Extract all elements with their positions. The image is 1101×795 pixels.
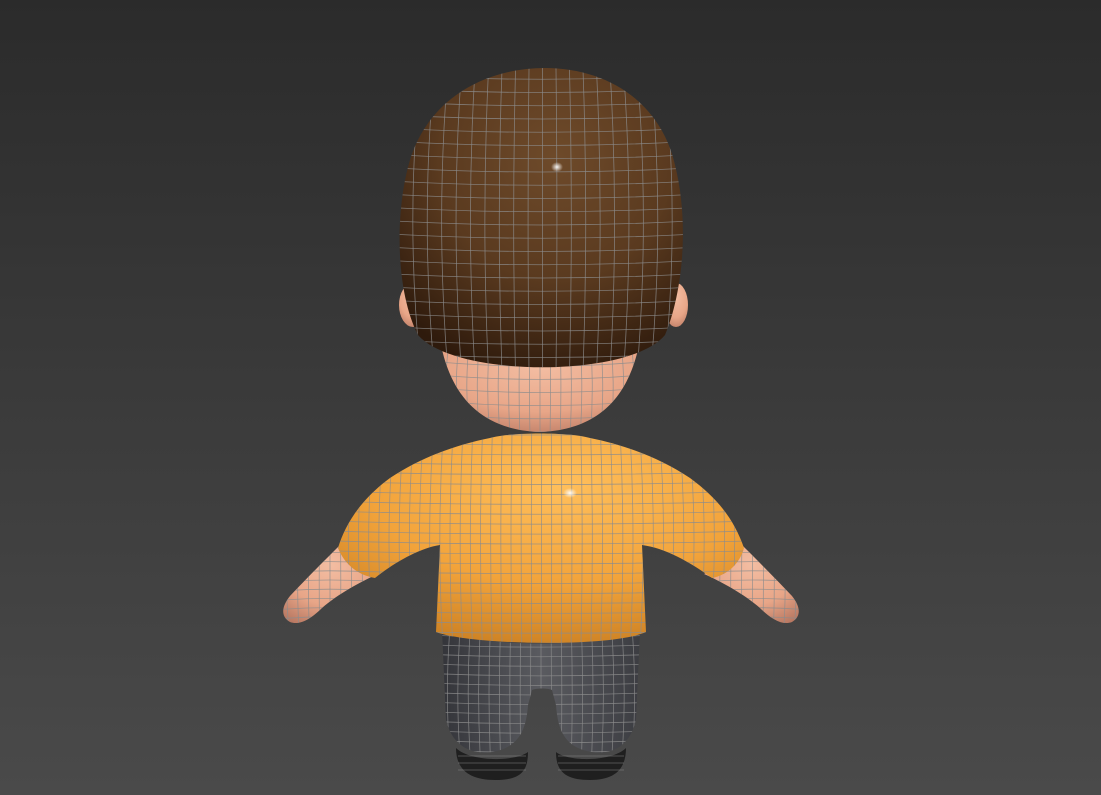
- 3d-viewport[interactable]: [0, 0, 1101, 795]
- shirt-specular: [563, 488, 577, 498]
- hair-specular: [551, 162, 563, 172]
- viewport-scene[interactable]: [0, 0, 1101, 795]
